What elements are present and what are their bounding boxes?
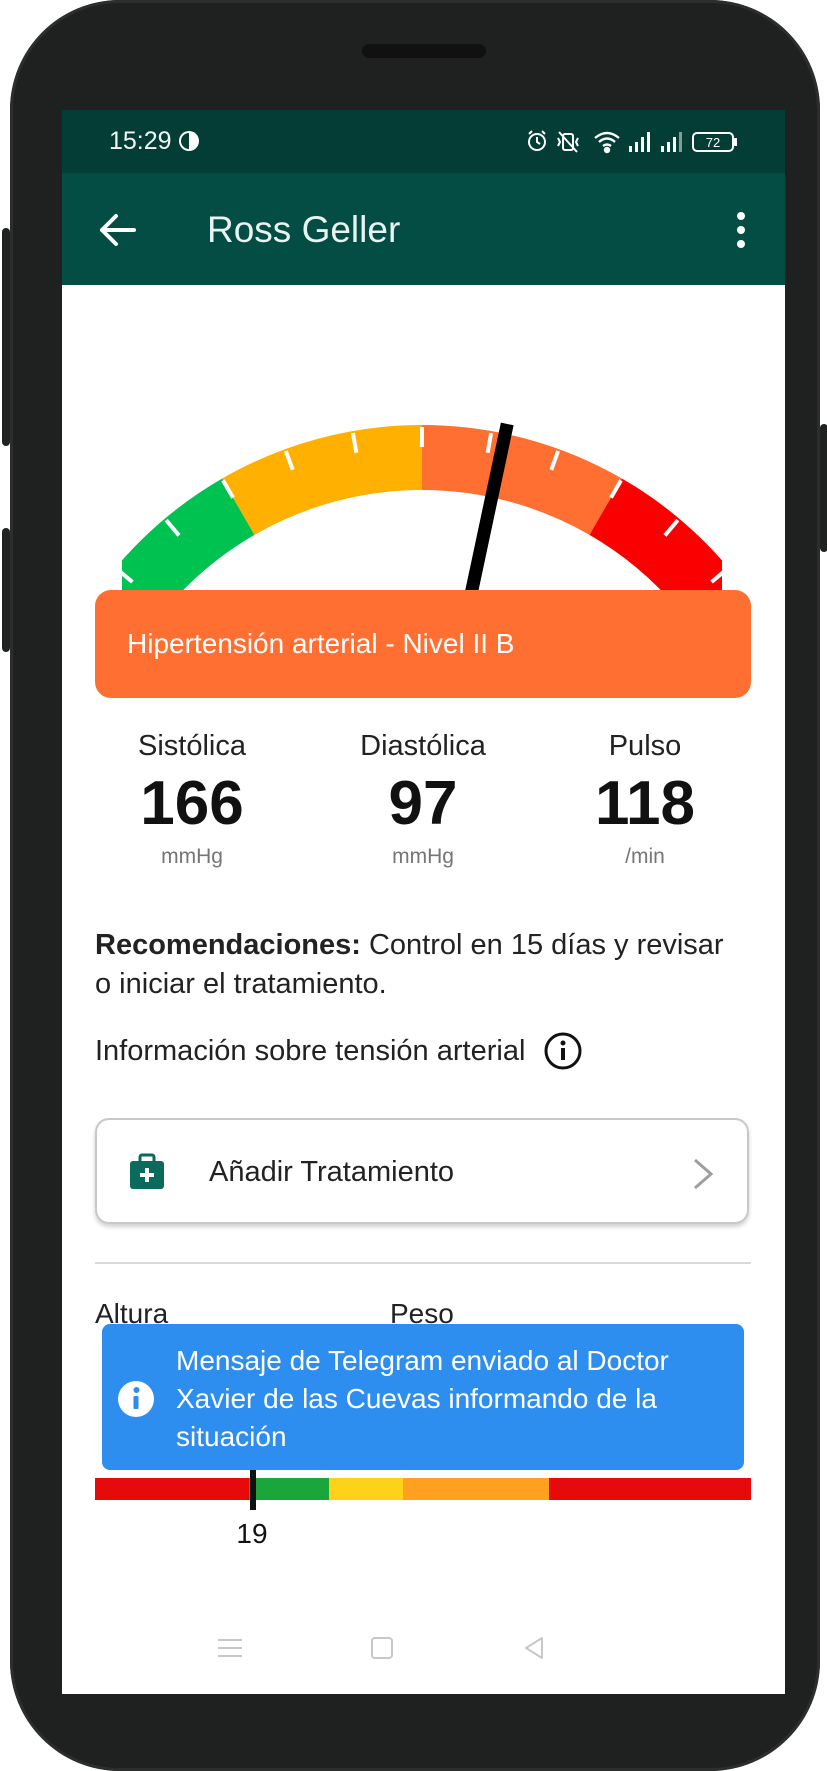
page-title: Ross Geller bbox=[207, 209, 401, 250]
more-vertical-icon[interactable] bbox=[721, 205, 761, 255]
metric-systolic: Sistólica 166 mmHg bbox=[82, 730, 302, 869]
battery-icon: 72 bbox=[692, 132, 737, 152]
metric-pulse: Pulso 118 /min bbox=[535, 730, 755, 869]
bmi-scale-bar bbox=[95, 1478, 751, 1500]
metric-value: 97 bbox=[388, 769, 458, 838]
wifi-icon bbox=[594, 131, 620, 154]
metric-label: Diastólica bbox=[360, 730, 486, 762]
metric-label: Pulso bbox=[608, 730, 682, 762]
info-circle-icon[interactable] bbox=[543, 1031, 583, 1071]
alarm-icon bbox=[528, 130, 546, 151]
divider bbox=[95, 1262, 751, 1264]
medical-kit-icon bbox=[130, 1153, 164, 1189]
bmi-segment-underweight bbox=[95, 1478, 249, 1500]
info-icon bbox=[118, 1381, 154, 1417]
bmi-segment-morbid bbox=[549, 1478, 751, 1500]
recommendations-label: Recomendaciones: bbox=[95, 929, 361, 961]
back-triangle-icon[interactable] bbox=[514, 1628, 554, 1668]
status-time: 15:29 bbox=[109, 127, 172, 155]
gauge-segment-orange bbox=[422, 425, 622, 535]
info-text: Información sobre tensión arterial bbox=[95, 1034, 526, 1067]
app-bar: Ross Geller bbox=[62, 173, 785, 285]
metrics-row: Sistólica 166 mmHg Diastólica 97 mmHg Pu… bbox=[95, 730, 751, 890]
bmi-value: 19 bbox=[236, 1518, 268, 1549]
phone-frame: 15:29 72 Ross Geller Hipertensión arteri… bbox=[2, 0, 827, 1771]
bmi-marker bbox=[250, 1470, 256, 1510]
bmi-segment-obese bbox=[403, 1478, 549, 1500]
side-button-left-top bbox=[2, 228, 10, 446]
speaker-grille bbox=[362, 44, 486, 58]
battery-level: 72 bbox=[706, 135, 720, 150]
metric-unit: mmHg bbox=[392, 845, 454, 868]
status-icons: 72 bbox=[525, 128, 745, 154]
signal-icon-2 bbox=[661, 132, 682, 152]
home-square-icon[interactable] bbox=[362, 1628, 402, 1668]
side-button-right bbox=[820, 424, 827, 552]
bmi-segment-overweight bbox=[329, 1478, 403, 1500]
vibrate-icon bbox=[557, 131, 579, 153]
toast-message: Mensaje de Telegram enviado al Doctor Xa… bbox=[176, 1345, 669, 1452]
gauge-segment-yellow bbox=[222, 425, 422, 535]
chevron-right-icon bbox=[694, 1158, 714, 1190]
bmi-segment-normal bbox=[249, 1478, 329, 1500]
recommendations: Recomendaciones: Control en 15 días y re… bbox=[95, 926, 735, 1004]
blood-pressure-info-link[interactable]: Información sobre tensión arterial bbox=[95, 1028, 655, 1074]
metric-label: Sistólica bbox=[138, 730, 246, 762]
notification-icon bbox=[179, 131, 199, 151]
telegram-toast: Mensaje de Telegram enviado al Doctor Xa… bbox=[102, 1324, 744, 1470]
menu-icon[interactable] bbox=[210, 1628, 250, 1668]
add-treatment-button[interactable]: Añadir Tratamiento bbox=[95, 1118, 749, 1224]
arrow-left-icon[interactable] bbox=[92, 203, 146, 257]
metric-value: 166 bbox=[140, 769, 244, 838]
system-navigation-bar bbox=[62, 1620, 785, 1694]
add-treatment-label: Añadir Tratamiento bbox=[209, 1156, 455, 1188]
signal-icon-1 bbox=[629, 132, 650, 152]
metric-value: 118 bbox=[594, 769, 696, 838]
status-icon-strip: 72 bbox=[528, 130, 737, 154]
metric-unit: /min bbox=[625, 845, 665, 868]
side-button-left-bottom bbox=[2, 528, 10, 652]
metric-diastolic: Diastólica 97 mmHg bbox=[313, 730, 533, 869]
status-bar: 15:29 72 bbox=[62, 110, 785, 173]
screen: 15:29 72 Ross Geller Hipertensión arteri… bbox=[62, 110, 785, 1694]
level-banner: Hipertensión arterial - Nivel II B bbox=[95, 590, 751, 698]
metric-unit: mmHg bbox=[161, 845, 223, 868]
